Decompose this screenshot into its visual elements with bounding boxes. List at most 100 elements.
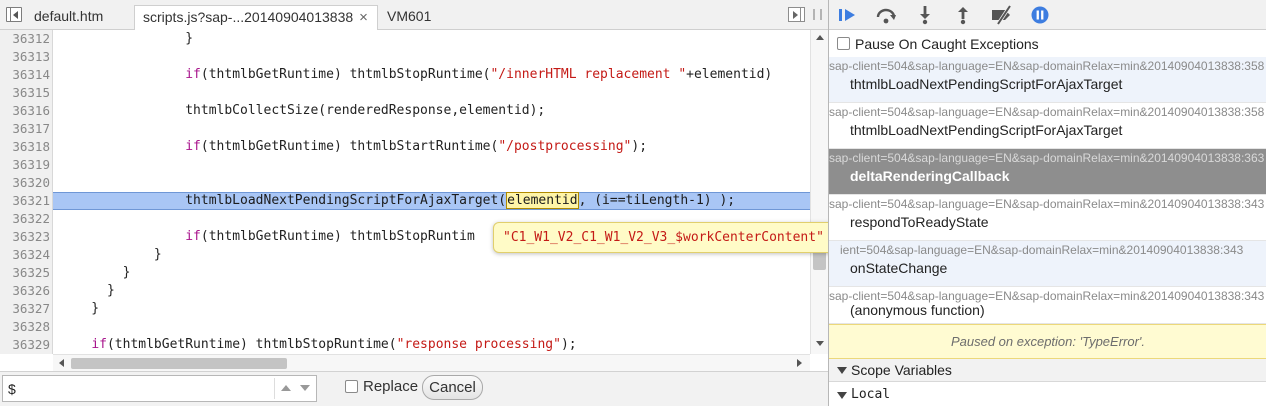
line-number[interactable]: 36312 <box>0 30 50 48</box>
line-number[interactable]: 36319 <box>0 156 50 174</box>
code-line[interactable]: 36314 if(thtmlbGetRuntime) thtmlbStopRun… <box>0 66 810 84</box>
frame-location: sap-client=504&sap-language=EN&sap-domai… <box>829 197 1265 211</box>
frame-location: sap-client=504&sap-language=EN&sap-domai… <box>829 59 1265 73</box>
code-line[interactable]: 36319 <box>0 156 810 174</box>
pause-on-exceptions-icon[interactable] <box>1029 5 1051 25</box>
frame-function-name: onStateChange <box>850 260 948 276</box>
line-number[interactable]: 36314 <box>0 66 50 84</box>
code-line[interactable]: 36328 <box>0 318 810 336</box>
step-over-icon[interactable] <box>875 5 897 25</box>
frame-location: sap-client=504&sap-language=EN&sap-domai… <box>829 289 1265 303</box>
tab-label: scripts.js?sap-...20140904013838 <box>143 9 354 25</box>
code-text: } <box>60 283 115 298</box>
search-navigation <box>274 378 315 399</box>
code-line[interactable]: 36312 } <box>0 30 810 48</box>
line-number[interactable]: 36322 <box>0 210 50 228</box>
code-text: } <box>60 265 131 280</box>
sources-editor-pane: default.htm scripts.js?sap-...2014090401… <box>0 0 841 406</box>
line-number[interactable]: 36316 <box>0 102 50 120</box>
line-number[interactable]: 36326 <box>0 282 50 300</box>
deactivate-breakpoints-icon[interactable] <box>990 5 1016 25</box>
cancel-button[interactable]: Cancel <box>422 375 483 400</box>
tab-default-htm[interactable]: default.htm <box>26 5 111 30</box>
frame-function-name: respondToReadyState <box>850 214 989 230</box>
code-line[interactable]: 36316 thtmlbCollectSize(renderedResponse… <box>0 102 810 120</box>
code-line[interactable]: 36325 } <box>0 264 810 282</box>
step-out-icon[interactable] <box>952 5 974 25</box>
line-number[interactable]: 36318 <box>0 138 50 156</box>
line-number[interactable]: 36323 <box>0 228 50 246</box>
search-next-icon[interactable] <box>300 385 310 391</box>
frame-location: ient=504&sap-language=EN&sap-domainRelax… <box>840 243 1244 257</box>
tab-label: VM601 <box>387 8 432 24</box>
show-navigator-icon[interactable] <box>6 7 22 22</box>
line-number[interactable]: 36328 <box>0 318 50 336</box>
hovered-token[interactable]: elementid <box>506 192 579 209</box>
code-line[interactable]: 36318 if(thtmlbGetRuntime) thtmlbStartRu… <box>0 138 810 156</box>
tab-scripts-js[interactable]: scripts.js?sap-...20140904013838 × <box>134 5 378 30</box>
step-into-icon[interactable] <box>914 5 936 25</box>
scroll-up-icon[interactable] <box>816 35 824 40</box>
debugger-toolbar <box>829 0 1266 30</box>
horizontal-scrollbar[interactable] <box>53 354 810 371</box>
search-previous-icon[interactable] <box>281 385 291 391</box>
code-text: if(thtmlbGetRuntime) thtmlbStopRuntime("… <box>91 337 577 352</box>
pause-on-caught-exceptions-label: Pause On Caught Exceptions <box>855 36 1039 52</box>
code-editor[interactable]: 36312 } 36313 36314 if(thtmlbGetRuntime) t… <box>0 30 810 354</box>
tab-vm601[interactable]: VM601 <box>379 5 439 30</box>
line-number[interactable]: 36325 <box>0 264 50 282</box>
code-line[interactable]: 36321 thtmlbLoadNextPendingScriptForAjax… <box>0 192 810 210</box>
horizontal-scroll-thumb[interactable] <box>71 358 287 369</box>
code-line[interactable]: 36320 <box>0 174 810 192</box>
code-line[interactable]: 36313 <box>0 48 810 66</box>
line-number[interactable]: 36329 <box>0 336 50 354</box>
code-text: if(thtmlbGetRuntime) thtmlbStartRuntime(… <box>185 139 648 154</box>
resume-icon[interactable] <box>837 5 859 25</box>
local-scope-row[interactable]: Local <box>829 383 1266 406</box>
code-text: if(thtmlbGetRuntime) thtmlbStopRuntim <box>185 229 475 244</box>
pause-on-caught-exceptions-checkbox[interactable] <box>837 37 850 50</box>
line-number[interactable]: 36320 <box>0 174 50 192</box>
split-handle-icon[interactable] <box>813 9 822 20</box>
line-number[interactable]: 36321 <box>0 192 50 210</box>
call-stack-frame[interactable]: ient=504&sap-language=EN&sap-domainRelax… <box>829 241 1266 287</box>
line-number[interactable]: 36317 <box>0 120 50 138</box>
code-text: thtmlbCollectSize(renderedResponse,eleme… <box>60 103 546 118</box>
call-stack-frame[interactable]: sap-client=504&sap-language=EN&sap-domai… <box>829 287 1266 324</box>
frame-function-name: thtmlbLoadNextPendingScriptForAjaxTarget <box>850 76 1123 92</box>
line-number[interactable]: 36324 <box>0 246 50 264</box>
show-debugger-icon[interactable] <box>788 7 805 22</box>
paused-status-message: Paused on exception: 'TypeError'. <box>829 324 1266 359</box>
scope-variables-header[interactable]: Scope Variables <box>829 359 1266 382</box>
scroll-left-icon[interactable] <box>59 359 64 367</box>
call-stack-frame[interactable]: sap-client=504&sap-language=EN&sap-domai… <box>829 149 1266 195</box>
replace-checkbox[interactable] <box>345 380 358 393</box>
frame-function-name: (anonymous function) <box>850 302 985 318</box>
line-number[interactable]: 36315 <box>0 84 50 102</box>
line-number[interactable]: 36313 <box>0 48 50 66</box>
editor-tab-bar: default.htm scripts.js?sap-...2014090401… <box>0 0 828 30</box>
code-text: if(thtmlbGetRuntime) thtmlbStopRuntime("… <box>185 67 773 82</box>
frame-function-name: deltaRenderingCallback <box>850 168 1010 184</box>
code-line[interactable]: 36326 } <box>0 282 810 300</box>
pause-on-caught-exceptions-row: Pause On Caught Exceptions <box>829 31 1266 57</box>
code-line[interactable]: 36315 <box>0 84 810 102</box>
close-tab-icon[interactable]: × <box>359 6 368 29</box>
line-number[interactable]: 36327 <box>0 300 50 318</box>
variable-value-popover: "C1_W1_V2_C1_W1_V2_V3_$workCenterContent… <box>493 222 841 253</box>
code-text: thtmlbLoadNextPendingScriptForAjaxTarget… <box>60 192 736 209</box>
code-line[interactable]: 36327 } <box>0 300 810 318</box>
code-text: } <box>60 31 194 46</box>
vertical-scrollbar[interactable] <box>810 30 828 354</box>
search-input[interactable] <box>2 375 317 402</box>
local-scope-label: Local <box>851 387 891 402</box>
call-stack-frame[interactable]: sap-client=504&sap-language=EN&sap-domai… <box>829 57 1266 103</box>
call-stack-frame[interactable]: sap-client=504&sap-language=EN&sap-domai… <box>829 195 1266 241</box>
code-line[interactable]: 36329 if(thtmlbGetRuntime) thtmlbStopRun… <box>0 336 810 354</box>
debugger-sidebar: Pause On Caught Exceptions sap-client=50… <box>828 0 1266 406</box>
vertical-scroll-thumb[interactable] <box>813 250 826 270</box>
scroll-down-icon[interactable] <box>816 341 824 346</box>
scroll-right-icon[interactable] <box>797 359 802 367</box>
code-line[interactable]: 36317 <box>0 120 810 138</box>
call-stack-frame[interactable]: sap-client=504&sap-language=EN&sap-domai… <box>829 103 1266 149</box>
